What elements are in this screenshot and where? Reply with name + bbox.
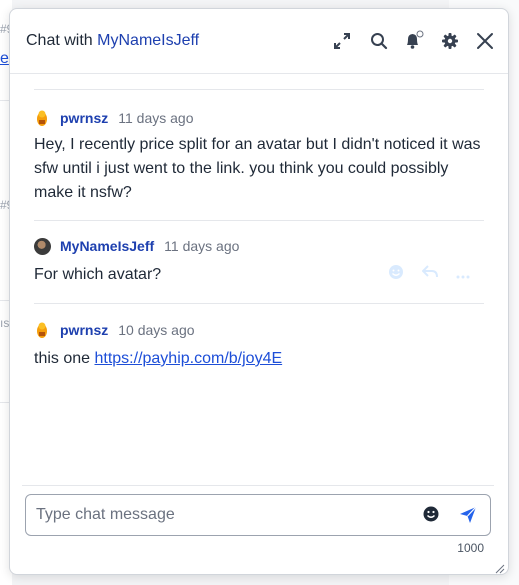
pwrnsz-avatar[interactable] (34, 321, 50, 339)
background-link[interactable]: e (0, 50, 9, 68)
resize-grip-icon[interactable] (495, 561, 505, 574)
message-link[interactable]: https://payhip.com/b/joy4E (94, 350, 282, 367)
more-options-icon[interactable] (456, 266, 470, 284)
close-icon[interactable] (473, 29, 497, 53)
pwrnsz-avatar[interactable] (34, 109, 50, 127)
send-icon[interactable] (458, 505, 478, 525)
bell-icon[interactable] (402, 29, 426, 53)
message-item: pwrnsz 10 days ago this one https://payh… (34, 303, 484, 389)
message-author[interactable]: pwrnsz (60, 322, 108, 338)
message-author[interactable]: pwrnsz (60, 110, 108, 126)
chat-message-input[interactable] (34, 495, 418, 535)
emoji-icon[interactable] (422, 505, 440, 523)
message-text: this one https://payhip.com/b/joy4E (34, 347, 484, 371)
message-meta: pwrnsz 10 days ago (34, 319, 484, 341)
chat-header: Chat with MyNameIsJeff (10, 9, 508, 74)
search-icon[interactable] (367, 29, 391, 53)
chat-title-prefix: Chat with (26, 32, 93, 49)
composer (25, 494, 491, 536)
chat-title: Chat with MyNameIsJeff (26, 32, 199, 50)
message-text: Hey, I recently price split for an avata… (34, 136, 481, 201)
message-text-prefix: this one (34, 350, 95, 367)
message-actions (388, 264, 470, 285)
chat-title-user[interactable]: MyNameIsJeff (97, 32, 199, 49)
composer-divider (22, 485, 494, 486)
message-author[interactable]: MyNameIsJeff (60, 238, 154, 254)
message-meta: pwrnsz 11 days ago (34, 107, 484, 129)
reply-icon[interactable] (421, 265, 438, 284)
message-list: pwrnsz 11 days ago Hey, I recently price… (34, 89, 484, 389)
message-item: MyNameIsJeff 11 days ago For which avata… (34, 220, 484, 303)
message-time: 11 days ago (118, 110, 194, 126)
gear-icon[interactable] (438, 29, 462, 53)
myNameIsJeff-avatar[interactable] (34, 237, 51, 255)
chat-window: Chat with MyNameIsJeff pwrnsz 11 days ag… (9, 8, 509, 575)
message-item: pwrnsz 11 days ago Hey, I recently price… (34, 89, 484, 220)
background-fragment: ıs (0, 316, 10, 330)
character-counter: 1000 (457, 541, 484, 555)
react-icon[interactable] (388, 264, 404, 285)
message-time: 10 days ago (118, 322, 195, 338)
message-meta: MyNameIsJeff 11 days ago (34, 235, 484, 257)
expand-icon[interactable] (330, 29, 354, 53)
message-time: 11 days ago (164, 238, 240, 254)
